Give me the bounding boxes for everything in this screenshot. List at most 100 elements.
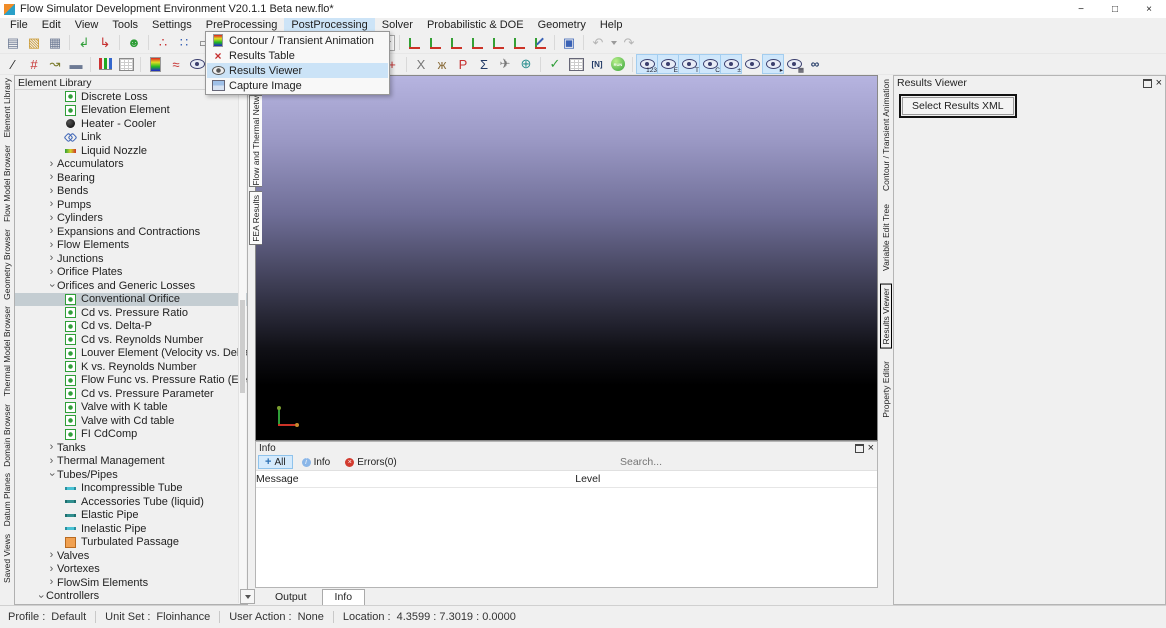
chart-results[interactable] bbox=[95, 55, 115, 73]
tree-item[interactable]: Tanks bbox=[15, 441, 247, 455]
search-binoculars[interactable]: ∞ bbox=[805, 55, 825, 73]
info-search-input[interactable] bbox=[618, 455, 742, 469]
tree-expander-icon[interactable] bbox=[46, 469, 57, 480]
tree-item[interactable]: Cd vs. Delta-P bbox=[15, 320, 247, 334]
aircraft-engine-mode[interactable]: ✈ bbox=[495, 55, 515, 73]
tree-expander-icon[interactable] bbox=[35, 591, 46, 602]
scatter-nodes[interactable]: ∴ bbox=[153, 34, 173, 52]
tree-item[interactable]: Thermal Management bbox=[15, 455, 247, 469]
tree-item[interactable]: Cd vs. Pressure Ratio bbox=[15, 306, 247, 320]
close-button[interactable]: × bbox=[1132, 0, 1166, 18]
view-zy[interactable] bbox=[509, 34, 529, 52]
menubar-item[interactable]: Help bbox=[593, 18, 630, 32]
tree-item[interactable]: Orifices and Generic Losses bbox=[15, 279, 247, 293]
run-solver[interactable]: RUN bbox=[608, 55, 628, 73]
tube-element[interactable]: ▬ bbox=[66, 55, 86, 73]
right-panel-tab[interactable]: Results Viewer bbox=[880, 284, 892, 349]
viewport-tab-flow-thermal-network[interactable]: Flow and Thermal Netw bbox=[249, 95, 262, 187]
tree-item[interactable]: Orifice Plates bbox=[15, 266, 247, 280]
menubar-item[interactable]: File bbox=[3, 18, 35, 32]
float-panel-icon[interactable] bbox=[1143, 79, 1152, 88]
info-filter-chip[interactable]: Info bbox=[296, 455, 337, 469]
right-panel-tab[interactable]: Contour / Transient Animation bbox=[881, 79, 891, 191]
tree-item[interactable]: Turbulated Passage bbox=[15, 536, 247, 550]
tree-item[interactable]: Valve with Cd table bbox=[15, 414, 247, 428]
tree-expander-icon[interactable] bbox=[46, 199, 57, 210]
info-filter-chip[interactable]: All bbox=[258, 455, 293, 469]
tree-item[interactable]: Elastic Pipe bbox=[15, 509, 247, 523]
tree-item[interactable]: Pumps bbox=[15, 198, 247, 212]
left-panel-tab[interactable]: Saved Views bbox=[2, 534, 12, 583]
model-viewport[interactable] bbox=[255, 75, 878, 441]
undo[interactable]: ↶ bbox=[588, 34, 608, 52]
summation-tool[interactable]: Σ bbox=[474, 55, 494, 73]
import-model[interactable]: ↲ bbox=[74, 34, 94, 52]
transient-tool[interactable]: X bbox=[411, 55, 431, 73]
tree-item[interactable]: Inelastic Pipe bbox=[15, 522, 247, 536]
tree-item[interactable]: Bends bbox=[15, 185, 247, 199]
table-results[interactable] bbox=[116, 55, 136, 73]
thermal-tool[interactable]: ж bbox=[432, 55, 452, 73]
maximize-button[interactable]: □ bbox=[1098, 0, 1132, 18]
link-element[interactable]: ∕ bbox=[3, 55, 23, 73]
view-yz[interactable] bbox=[446, 34, 466, 52]
xy-plot[interactable]: ≈ bbox=[166, 55, 186, 73]
view-xz[interactable] bbox=[488, 34, 508, 52]
minimize-button[interactable]: − bbox=[1064, 0, 1098, 18]
menubar-item[interactable]: Settings bbox=[145, 18, 199, 32]
display-settings[interactable]: ▣ bbox=[559, 34, 579, 52]
tree-item[interactable]: Louver Element (Velocity vs. Delta-P) bbox=[15, 347, 247, 361]
tree-item[interactable]: FlowSim Elements bbox=[15, 576, 247, 590]
eye-signs[interactable]: ± bbox=[721, 55, 741, 73]
contour-legend[interactable] bbox=[145, 55, 165, 73]
menu-item[interactable]: Contour / Transient Animation bbox=[207, 33, 388, 48]
viewport-tab-fea-results[interactable]: FEA Results bbox=[249, 191, 262, 245]
tree-item[interactable]: K vs. Reynolds Number bbox=[15, 360, 247, 374]
tree-expander-icon[interactable] bbox=[46, 442, 57, 453]
tree-item[interactable]: Accumulators bbox=[15, 158, 247, 172]
menu-item[interactable]: Results Viewer bbox=[207, 63, 388, 78]
eye-grid[interactable]: ▦ bbox=[784, 55, 804, 73]
dock-tab-dropdown-icon[interactable] bbox=[240, 589, 255, 604]
left-panel-tab[interactable]: Thermal Model Browser bbox=[2, 306, 12, 396]
tree-expander-icon[interactable] bbox=[46, 280, 57, 291]
node-numbering[interactable]: # bbox=[24, 55, 44, 73]
eye-element-ids[interactable]: 123 bbox=[637, 55, 657, 73]
eye-chambers[interactable]: C bbox=[700, 55, 720, 73]
probe-tool[interactable]: ⊕ bbox=[516, 55, 536, 73]
tree-item[interactable]: Conventional Orifice bbox=[15, 293, 247, 307]
tree-item[interactable]: Flow Func vs. Pressure Ratio (Ejector Ar… bbox=[15, 374, 247, 388]
select-results-xml-button[interactable]: Select Results XML bbox=[902, 97, 1014, 115]
menu-item[interactable]: Results Table bbox=[207, 48, 388, 63]
tree-item[interactable]: Controllers bbox=[15, 590, 247, 604]
menu-item[interactable]: Capture Image bbox=[207, 78, 388, 93]
tree-item[interactable]: Cd vs. Pressure Parameter bbox=[15, 387, 247, 401]
tree-expander-icon[interactable] bbox=[46, 564, 57, 575]
tree-item[interactable]: Cylinders bbox=[15, 212, 247, 226]
menubar-item[interactable]: View bbox=[68, 18, 106, 32]
tree-scrollbar[interactable] bbox=[238, 90, 246, 603]
eye-all[interactable] bbox=[742, 55, 762, 73]
menubar-item[interactable]: Probabilistic & DOE bbox=[420, 18, 531, 32]
property-calculator[interactable] bbox=[566, 55, 586, 73]
tree-expander-icon[interactable] bbox=[46, 213, 57, 224]
tree-item[interactable]: Bearing bbox=[15, 171, 247, 185]
tree-item[interactable]: Liquid Nozzle bbox=[15, 144, 247, 158]
right-panel-tab[interactable]: Variable Edit Tree bbox=[881, 204, 891, 271]
menubar-item[interactable]: Edit bbox=[35, 18, 68, 32]
tree-expander-icon[interactable] bbox=[46, 240, 57, 251]
tree-item[interactable]: Cd vs. Reynolds Number bbox=[15, 333, 247, 347]
menubar-item[interactable]: Tools bbox=[105, 18, 145, 32]
eye-temperatures[interactable]: T bbox=[679, 55, 699, 73]
tree-item[interactable]: Expansions and Contractions bbox=[15, 225, 247, 239]
check-model[interactable]: ✓ bbox=[545, 55, 565, 73]
tree-expander-icon[interactable] bbox=[46, 172, 57, 183]
tree-item[interactable]: Vortexes bbox=[15, 563, 247, 577]
dock-tab[interactable]: Info bbox=[322, 589, 366, 605]
tree-item[interactable]: Flow Elements bbox=[15, 239, 247, 253]
undo-history[interactable] bbox=[609, 34, 618, 52]
tree-item[interactable]: Valves bbox=[15, 549, 247, 563]
new-model[interactable]: ▤ bbox=[3, 34, 23, 52]
tree-item[interactable]: Tubes/Pipes bbox=[15, 468, 247, 482]
user-profile[interactable]: ☻ bbox=[124, 34, 144, 52]
